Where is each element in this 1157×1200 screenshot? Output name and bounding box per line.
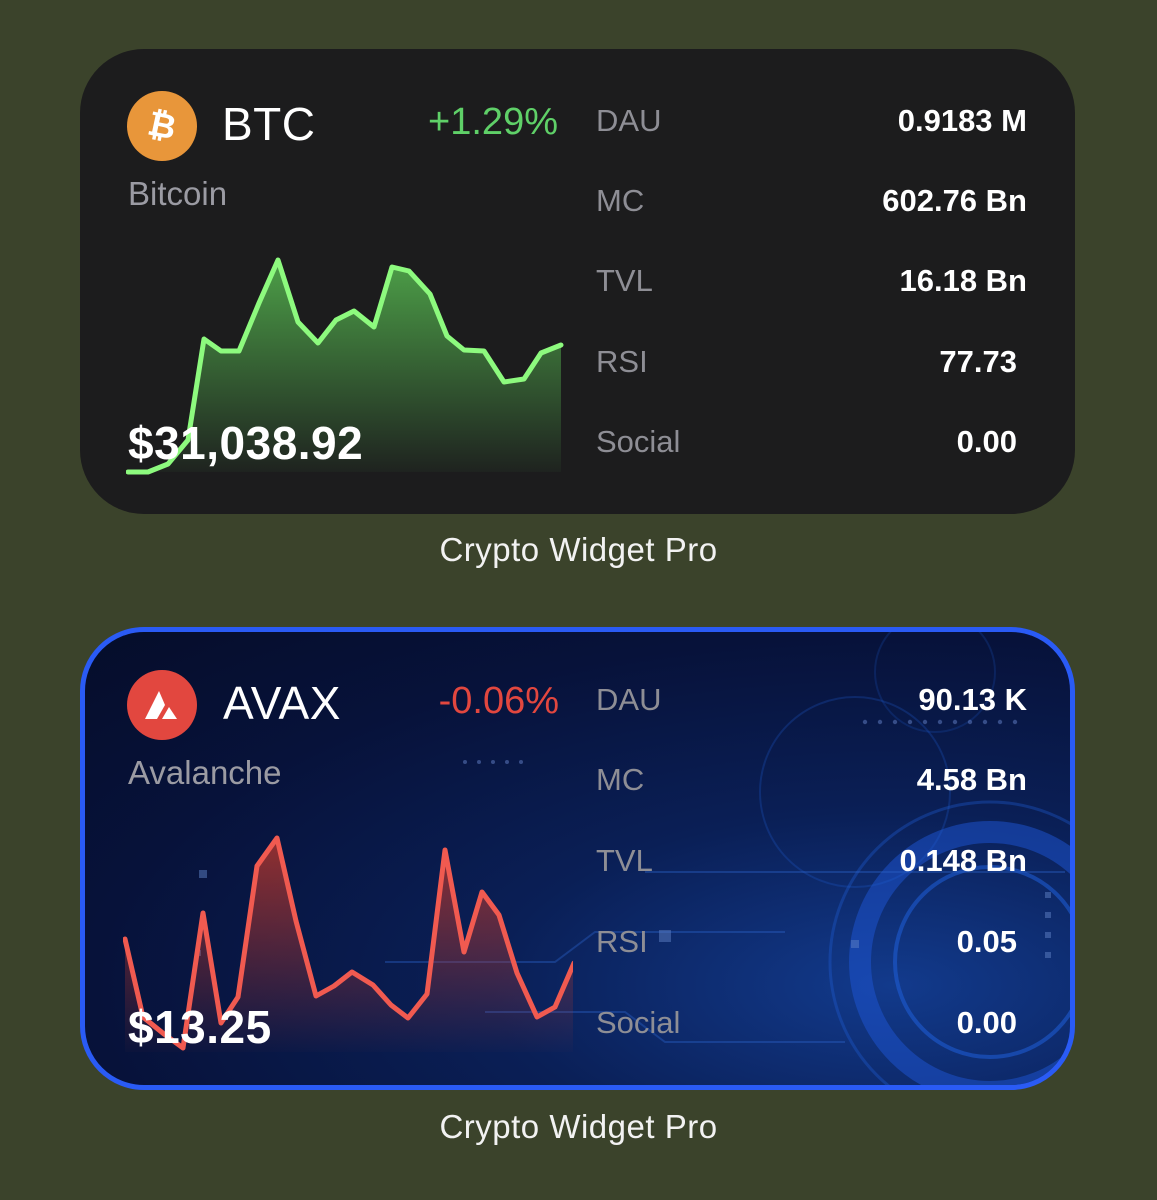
price: $31,038.92 [128,417,364,469]
stat-label-tvl: TVL [596,263,653,298]
stat-value-social: 0.00 [956,424,1017,459]
stat-value-dau: 90.13 K [918,682,1027,717]
stat-label-mc: MC [596,762,645,797]
coin-name: Bitcoin [128,175,228,212]
coin-name: Avalanche [128,754,282,791]
stat-value-dau: 0.9183 M [897,103,1027,138]
avalanche-icon [127,670,197,740]
stat-label-mc: MC [596,183,645,218]
bitcoin-icon: ₿ [127,91,197,161]
avax-widget[interactable]: AVAX -0.06% Avalanche $13.25 DAU 90.13 K… [80,627,1075,1090]
btc-widget[interactable]: ₿ BTC +1.29% Bitcoin $31,038.92 DAU 0.91… [80,49,1075,514]
stat-value-rsi: 0.05 [956,924,1017,959]
widget-caption: Crypto Widget Pro [439,1108,718,1145]
stat-label-rsi: RSI [596,344,648,379]
avalanche-logo-mark [145,691,177,719]
ticker: AVAX [223,677,341,729]
stat-value-mc: 4.58 Bn [916,762,1027,797]
stat-label-dau: DAU [596,682,662,717]
widget-caption: Crypto Widget Pro [439,531,718,568]
ticker: BTC [222,98,316,150]
stat-label-rsi: RSI [596,924,648,959]
stat-label-social: Social [596,1005,681,1040]
stat-label-tvl: TVL [596,843,653,878]
stat-label-dau: DAU [596,103,662,138]
stat-value-social: 0.00 [956,1005,1017,1040]
stat-value-tvl: 16.18 Bn [899,263,1027,298]
price-change: -0.06% [438,680,559,722]
stat-value-rsi: 77.73 [939,344,1017,379]
stat-value-mc: 602.76 Bn [882,183,1027,218]
price: $13.25 [128,1001,272,1053]
stat-label-social: Social [596,424,681,459]
stat-value-tvl: 0.148 Bn [899,843,1027,878]
price-change: +1.29% [428,101,558,143]
